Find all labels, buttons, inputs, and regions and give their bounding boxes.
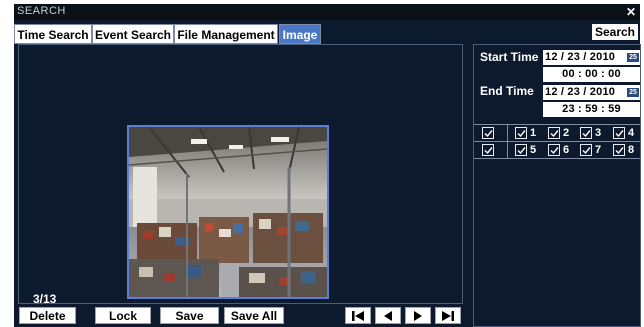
channel-4-checkbox[interactable] bbox=[613, 127, 625, 139]
start-time-field[interactable]: 00 : 00 : 00 bbox=[543, 67, 640, 82]
snapshot-image bbox=[127, 125, 329, 299]
checkmark-icon bbox=[615, 130, 624, 138]
first-button[interactable] bbox=[345, 307, 371, 324]
channel-row-1: 1 2 3 4 bbox=[474, 125, 640, 142]
select-all-checkbox[interactable] bbox=[482, 144, 494, 156]
checkmark-icon bbox=[484, 130, 493, 138]
warehouse-picture bbox=[129, 127, 327, 297]
channel-7-label: 7 bbox=[595, 144, 602, 156]
save-all-button[interactable]: Save All bbox=[224, 307, 284, 324]
lock-button[interactable]: Lock bbox=[95, 307, 151, 324]
checkmark-icon bbox=[550, 147, 559, 155]
channel-1-checkbox[interactable] bbox=[515, 127, 527, 139]
image-preview-panel bbox=[18, 44, 463, 304]
checkmark-icon bbox=[484, 147, 493, 155]
close-icon[interactable]: ✕ bbox=[624, 5, 638, 19]
checkmark-icon bbox=[615, 147, 624, 155]
skip-first-icon bbox=[352, 310, 364, 321]
start-date-field[interactable]: 12 / 23 / 2010 bbox=[543, 50, 640, 65]
save-button[interactable]: Save bbox=[160, 307, 219, 324]
channel-1-label: 1 bbox=[530, 127, 537, 139]
channel-grid: 1 2 3 4 5 6 7 8 bbox=[474, 124, 640, 159]
prev-button[interactable] bbox=[375, 307, 401, 324]
image-counter: 3/13 bbox=[33, 292, 57, 306]
checkmark-icon bbox=[517, 130, 526, 138]
tab-time-search[interactable]: Time Search bbox=[14, 24, 92, 44]
channel-7-checkbox[interactable] bbox=[580, 144, 592, 156]
channel-5-label: 5 bbox=[530, 144, 537, 156]
channel-4-label: 4 bbox=[628, 127, 635, 139]
channel-3-checkbox[interactable] bbox=[580, 127, 592, 139]
tab-file-management[interactable]: File Management bbox=[174, 24, 278, 44]
channel-5-checkbox[interactable] bbox=[515, 144, 527, 156]
start-time-label: Start Time bbox=[480, 50, 539, 64]
checkmark-icon bbox=[550, 130, 559, 138]
calendar-icon[interactable]: 25 bbox=[627, 53, 639, 62]
channel-row-2: 5 6 7 8 bbox=[474, 142, 640, 159]
end-date-field[interactable]: 12 / 23 / 2010 bbox=[543, 85, 640, 100]
channel-6-label: 6 bbox=[563, 144, 570, 156]
channel-3-label: 3 bbox=[595, 127, 602, 139]
channel-8-label: 8 bbox=[628, 144, 635, 156]
divider bbox=[507, 142, 508, 159]
title-bar: SEARCH ✕ bbox=[14, 4, 640, 20]
end-time-label: End Time bbox=[480, 84, 534, 98]
search-window: SEARCH ✕ Time Search Event Search File M… bbox=[14, 4, 641, 327]
delete-button[interactable]: Delete bbox=[19, 307, 76, 324]
next-button[interactable] bbox=[405, 307, 431, 324]
next-icon bbox=[414, 310, 422, 321]
search-button[interactable]: Search bbox=[592, 24, 638, 40]
checkmark-icon bbox=[582, 130, 591, 138]
skip-last-icon bbox=[442, 310, 454, 321]
end-time-field[interactable]: 23 : 59 : 59 bbox=[543, 102, 640, 117]
channel-2-label: 2 bbox=[563, 127, 570, 139]
calendar-icon[interactable]: 25 bbox=[627, 88, 639, 97]
window-title: SEARCH bbox=[17, 5, 66, 17]
divider bbox=[507, 125, 508, 142]
prev-icon bbox=[384, 310, 392, 321]
channel-6-checkbox[interactable] bbox=[548, 144, 560, 156]
channel-8-checkbox[interactable] bbox=[613, 144, 625, 156]
checkmark-icon bbox=[517, 147, 526, 155]
tab-image[interactable]: Image bbox=[279, 24, 321, 44]
select-all-checkbox[interactable] bbox=[482, 127, 494, 139]
last-button[interactable] bbox=[435, 307, 461, 324]
channel-2-checkbox[interactable] bbox=[548, 127, 560, 139]
tab-event-search[interactable]: Event Search bbox=[92, 24, 174, 44]
checkmark-icon bbox=[582, 147, 591, 155]
